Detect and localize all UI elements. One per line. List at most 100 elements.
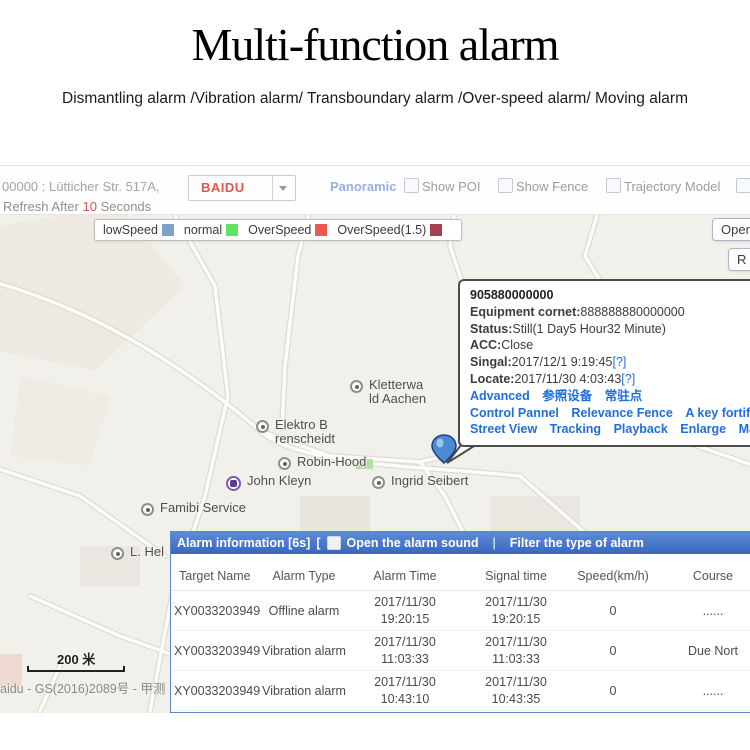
cell-course: ...... [655,591,750,631]
trajectory-model-checkbox[interactable]: Trajectory Model [606,178,720,194]
page-title: Multi-function alarm [0,18,750,71]
poi-label: renscheidt [275,432,335,446]
cell-signal-time: 2017/11/3019:20:15 [461,591,571,631]
cell-alarm-type: Vibration alarm [259,631,349,671]
speed-legend: lowSpeed normal OverSpeed OverSpeed(1.5) [94,219,462,241]
legend-item-normal: normal [184,223,238,237]
cell-speed: 0 [571,591,655,631]
key-fortification-link[interactable]: A key fortifica [685,406,750,420]
locate-help-link[interactable]: [?] [621,372,635,386]
alarm-sound-checkbox[interactable] [327,536,341,550]
alarm-sound-label[interactable]: Open the alarm sound [347,536,479,550]
normal-swatch [226,224,238,236]
r-button[interactable]: R [728,248,750,271]
cell-course: ...... [655,671,750,711]
reference-device-link[interactable]: 参照设备 [542,389,592,403]
alarm-row[interactable]: XY0033203949 Offline alarm 2017/11/3019:… [171,591,750,631]
cell-alarm-type: Vibration alarm [259,671,349,711]
alarm-row[interactable]: XY0033203949 Vibration alarm 2017/11/301… [171,671,750,711]
checkbox-icon [404,178,419,193]
alarm-panel-header: Alarm information [6s] [ Open the alarm … [171,532,750,554]
acc-value: Close [501,338,533,352]
equipment-value: 888888880000000 [580,305,684,319]
poi-circle-icon [372,476,385,489]
device-info-popup: 905880000000 Equipment cornet:8888888800… [458,279,750,447]
clipped-checkbox[interactable] [736,178,750,194]
legend-item-lowspeed: lowSpeed [103,223,174,237]
filter-alarm-type-link[interactable]: Filter the type of alarm [510,536,644,550]
poi-label: ld Aachen [369,392,426,406]
signal-help-link[interactable]: [?] [612,355,626,369]
alarm-panel-title: Alarm information [6s] [177,536,310,550]
lowspeed-swatch [162,224,174,236]
tracking-link[interactable]: Tracking [550,422,601,436]
poi-venue-icon [226,476,241,491]
acc-label: ACC: [470,338,501,352]
map-poi-elektro-brenscheidt[interactable]: Elektro Brenscheidt [256,418,335,446]
map-poi-kletterwald-aachen[interactable]: Kletterwald Aachen [350,378,426,406]
playback-link[interactable]: Playback [614,422,668,436]
checkbox-icon [498,178,513,193]
show-fence-checkbox[interactable]: Show Fence [498,178,588,194]
alarm-row[interactable]: XY0033203949 Vibration alarm 2017/11/301… [171,631,750,671]
device-id: 905880000000 [470,287,750,304]
cell-alarm-type: Offline alarm [259,591,349,631]
map-provider-value: BAIDU [201,180,245,195]
cell-target: XY0033203949 [171,591,259,631]
poi-label: L. Hel [130,545,164,559]
cell-target: XY0033203949 [171,671,259,711]
control-panel-link[interactable]: Control Pannel [470,406,559,420]
resident-point-link[interactable]: 常驻点 [605,389,643,403]
equipment-label: Equipment cornet: [470,305,580,319]
cell-signal-time: 2017/11/3010:43:35 [461,671,571,711]
map-poi-famibi-service[interactable]: Famibi Service [141,501,246,516]
map-poi-l-hel[interactable]: L. Hel [111,545,164,560]
poi-label: Famibi Service [160,501,246,515]
alarm-information-panel: Alarm information [6s] [ Open the alarm … [170,531,750,713]
street-view-link[interactable]: Street View [470,422,537,436]
map-poi-robin-hood[interactable]: Robin-Hood [278,455,366,470]
col-signal-time[interactable]: Signal time [461,562,571,591]
map-poi-john-kleyn[interactable]: John Kleyn [226,474,311,491]
panoramic-link[interactable]: Panoramic [330,179,396,194]
col-course[interactable]: Course [655,562,750,591]
cell-speed: 0 [571,671,655,711]
provider-dropdown-button[interactable] [272,176,295,200]
poi-circle-icon [141,503,154,516]
map-viewport[interactable]: Kletterwald Aachen Elektro Brenscheidt R… [0,165,750,713]
poi-label: Ingrid Seibert [391,474,468,488]
poi-circle-icon [111,547,124,560]
poi-label: Kletterwa [369,378,426,392]
device-address: 00000 : Lütticher Str. 517A, [2,179,160,194]
col-speed[interactable]: Speed(km/h) [571,562,655,591]
relevance-fence-link[interactable]: Relevance Fence [571,406,672,420]
chevron-down-icon [279,186,287,191]
cell-alarm-time: 2017/11/3019:20:15 [349,591,461,631]
advanced-link[interactable]: Advanced [470,389,530,403]
show-poi-checkbox[interactable]: Show POI [404,178,481,194]
cell-alarm-time: 2017/11/3010:43:10 [349,671,461,711]
status-label: Status: [470,322,512,336]
locate-label: Locate: [470,372,514,386]
map-poi-ingrid-seibert[interactable]: Ingrid Seibert [372,474,468,489]
manage-link[interactable]: Mana [739,422,750,436]
col-target-name[interactable]: Target Name [171,562,259,591]
cell-course: Due Nort [655,631,750,671]
signal-value: 2017/12/1 9:19:45 [512,355,613,369]
poi-label: Robin-Hood [297,455,366,469]
refresh-seconds-value: 10 [82,199,96,214]
map-copyright: aidu - GS(2016)2089号 - 甲测 [0,678,165,697]
map-toolbar: 00000 : Lütticher Str. 517A, BAIDU Panor… [0,166,750,215]
open-button[interactable]: Open [712,218,750,241]
poi-label: Elektro B [275,418,335,432]
col-alarm-time[interactable]: Alarm Time [349,562,461,591]
show-fence-label: Show Fence [516,179,588,194]
col-alarm-type[interactable]: Alarm Type [259,562,349,591]
alarm-table: Target Name Alarm Type Alarm Time Signal… [171,562,750,711]
poi-circle-icon [278,457,291,470]
map-scale-bar [27,666,125,672]
enlarge-link[interactable]: Enlarge [680,422,726,436]
poi-label: John Kleyn [247,474,311,488]
map-provider-select[interactable]: BAIDU [188,175,296,201]
locate-value: 2017/11/30 4:03:43 [514,372,621,386]
